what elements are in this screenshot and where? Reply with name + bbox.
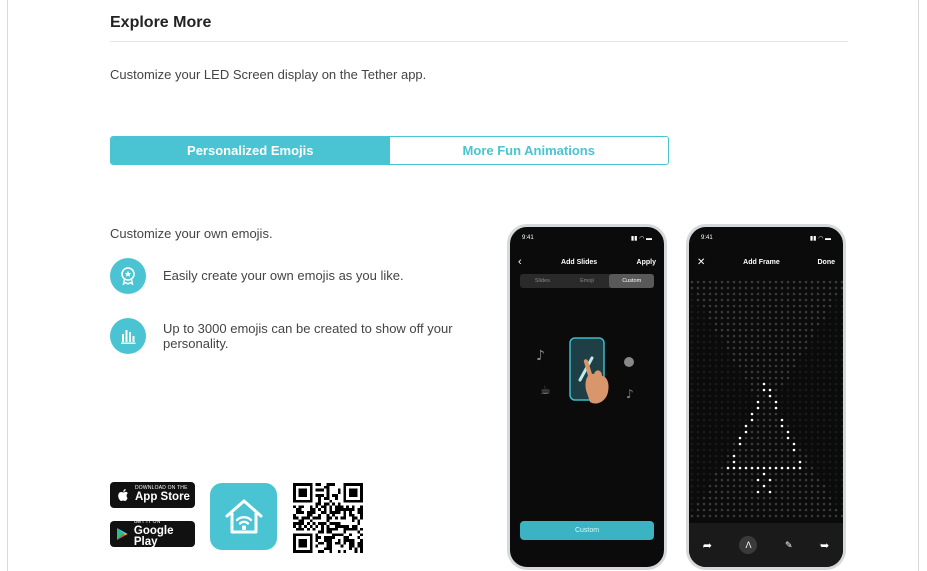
ball-icon: [624, 357, 634, 367]
signal-battery-icon: ▮▮ ◠ ▬: [630, 236, 652, 242]
close-icon[interactable]: ✕: [697, 257, 705, 268]
google-play-icon: [116, 526, 129, 542]
led-pixel-grid: [690, 280, 843, 518]
eraser-icon[interactable]: ✎: [785, 540, 793, 551]
phone-mockup-emoji: 9:41 ▮▮ ◠ ▬ ‹ Add Slides Apply Slides Em…: [507, 224, 667, 570]
tab-more-fun-animations[interactable]: More Fun Animations: [389, 137, 668, 164]
badge-star-icon: [110, 258, 146, 294]
status-time: 9:41: [522, 235, 534, 241]
segmented-control: Slides Emoji Custom: [520, 274, 655, 288]
right-border: [918, 0, 919, 571]
undo-icon[interactable]: ➦: [703, 539, 712, 552]
tab-personalized-emojis[interactable]: Personalized Emojis: [111, 137, 390, 164]
back-icon[interactable]: ‹: [518, 256, 522, 268]
status-time: 9:41: [701, 235, 713, 241]
tether-house-wifi-icon: [225, 499, 262, 533]
apply-button[interactable]: Apply: [637, 259, 656, 266]
phone-screen-title: Add Frame: [743, 258, 780, 266]
pen-icon[interactable]: Λ: [739, 536, 758, 554]
status-bar: 9:41 ▮▮ ◠ ▬: [701, 235, 831, 242]
feature-text: Easily create your own emojis as you lik…: [163, 268, 404, 283]
phone-nav-bar: ‹ Add Slides Apply: [518, 255, 656, 269]
feature-item: Easily create your own emojis as you lik…: [110, 258, 493, 294]
apple-icon: [116, 487, 130, 503]
editor-toolbar: ➦ Λ ✎ ➥: [689, 523, 843, 567]
phone-nav-bar: ✕ Add Frame Done: [697, 255, 835, 269]
segment-emoji[interactable]: Emoji: [565, 274, 610, 288]
status-bar: 9:41 ▮▮ ◠ ▬: [522, 235, 652, 242]
feature-item: Up to 3000 emojis can be created to show…: [110, 318, 493, 354]
google-play-label: Google Play: [133, 524, 174, 548]
feature-tabs: Personalized Emojis More Fun Animations: [110, 136, 669, 165]
section-subtitle: Customize your LED Screen display on the…: [110, 67, 427, 82]
segment-custom[interactable]: Custom: [609, 274, 655, 288]
phone-screen-title: Add Slides: [561, 258, 598, 266]
app-store-button[interactable]: DOWNLOAD ON THE App Store: [110, 482, 195, 508]
segment-slides[interactable]: Slides: [520, 274, 565, 288]
tether-app-icon[interactable]: [210, 483, 277, 550]
signal-battery-icon: ▮▮ ◠ ▬: [809, 236, 831, 242]
phone-drawing-illustration: ♪ ☕ ♪: [536, 337, 634, 404]
bar-chart-icon: [110, 318, 146, 354]
redo-icon[interactable]: ➥: [820, 539, 829, 552]
qr-code-icon: [293, 483, 363, 553]
google-play-caption: GET IT ON: [133, 518, 161, 525]
title-divider: [110, 41, 848, 42]
custom-button[interactable]: Custom: [520, 521, 654, 540]
phone-mockup-frame-editor: 9:41 ▮▮ ◠ ▬ ✕ Add Frame Done ➦ Λ ✎ ➥: [686, 224, 846, 570]
coffee-icon: ☕: [540, 383, 551, 397]
google-play-button[interactable]: GET IT ON Google Play: [110, 518, 195, 548]
music-note-icon: ♪: [536, 348, 545, 364]
app-store-label: App Store: [135, 491, 190, 504]
feature-text: Up to 3000 emojis can be created to show…: [163, 321, 453, 351]
left-border: [7, 0, 8, 571]
section-title: Explore More: [110, 14, 212, 31]
content-heading: Customize your own emojis.: [110, 226, 273, 241]
done-button[interactable]: Done: [817, 259, 835, 266]
bell-icon: ♪: [626, 387, 634, 401]
